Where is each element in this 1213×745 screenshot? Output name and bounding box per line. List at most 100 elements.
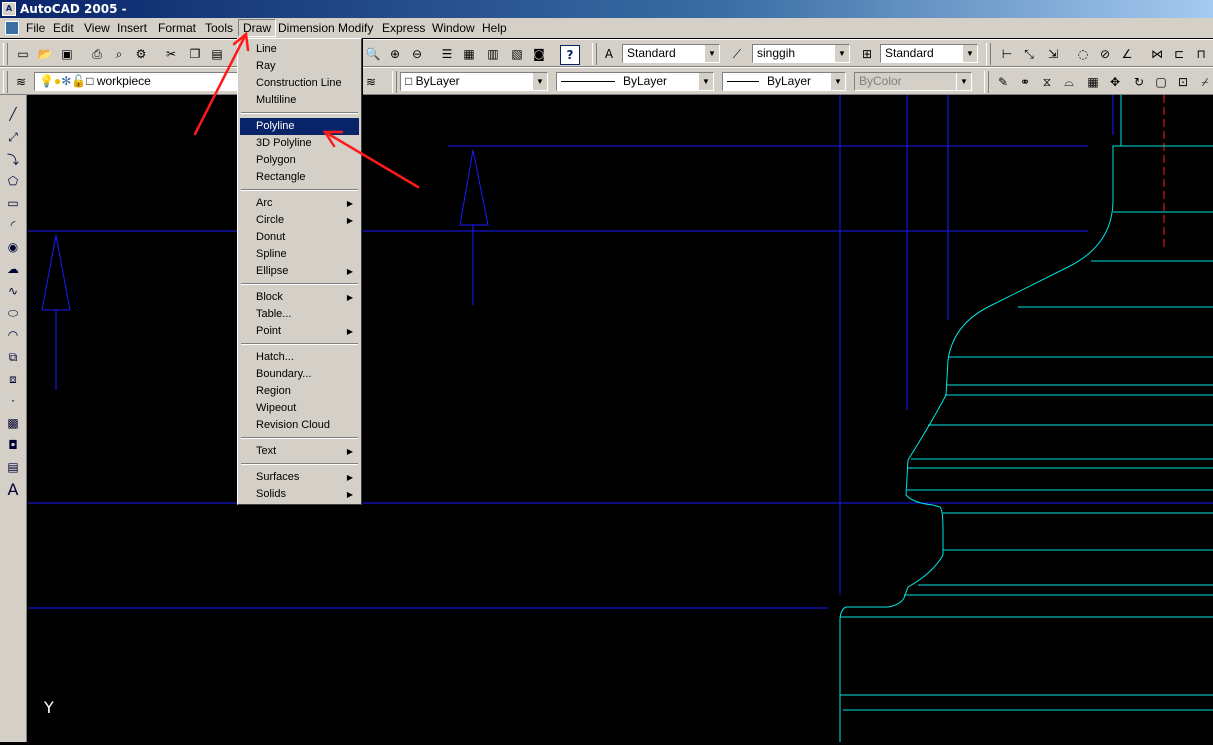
circle-icon[interactable]: ◉ [4, 238, 22, 256]
draw-menu-wipeout[interactable]: Wipeout [240, 400, 359, 417]
draw-menu-ray[interactable]: Ray [240, 58, 359, 75]
dimension-style-select[interactable]: singgih ▼ [752, 44, 850, 63]
aligned-dimension-icon[interactable]: ⤡ [1020, 45, 1038, 63]
table-icon[interactable]: ▤ [4, 458, 22, 476]
publish-icon[interactable]: ⚙ [132, 45, 150, 63]
offset-icon[interactable]: ⌓ [1060, 73, 1078, 91]
polygon-icon[interactable]: ⬠ [4, 172, 22, 190]
linear-dimension-icon[interactable]: ⊢ [998, 45, 1016, 63]
lineweight-select[interactable]: ByLayer ▼ [722, 72, 846, 91]
draw-menu-solids[interactable]: Solids ▶ [240, 486, 359, 503]
layer-select[interactable]: 💡●✻🔓□ workpiece [34, 72, 238, 91]
table-style-icon[interactable]: ⊞ [858, 45, 876, 63]
menu-window[interactable]: Window [428, 20, 479, 36]
toolbar-grip[interactable] [392, 71, 397, 93]
design-center-icon[interactable]: ▦ [460, 45, 478, 63]
sheet-set-icon[interactable]: ▧ [508, 45, 526, 63]
make-block-icon[interactable]: ⧈ [4, 370, 22, 388]
construction-line-icon[interactable]: ⤢ [4, 128, 22, 146]
paste-icon[interactable]: ▤ [208, 45, 226, 63]
menu-insert[interactable]: Insert [113, 20, 151, 36]
line-icon[interactable]: ╱ [4, 105, 22, 123]
draw-menu-polyline[interactable]: Polyline [240, 118, 359, 135]
spline-icon[interactable]: ∿ [4, 282, 22, 300]
menu-modify[interactable]: Modify [334, 20, 377, 36]
insert-block-icon[interactable]: ⧉ [4, 348, 22, 366]
tool-palettes-icon[interactable]: ▥ [484, 45, 502, 63]
menu-file[interactable]: File [22, 20, 49, 36]
table-style-select[interactable]: Standard ▼ [880, 44, 978, 63]
menu-express[interactable]: Express [378, 20, 429, 36]
zoom-previous-icon[interactable]: ⊖ [408, 45, 426, 63]
save-icon[interactable]: ▣ [58, 45, 76, 63]
dimension-style-icon[interactable]: ⟋ [728, 45, 746, 63]
menu-tools[interactable]: Tools [201, 20, 237, 36]
hatch-icon[interactable]: ▩ [4, 414, 22, 432]
properties-icon[interactable]: ☰ [438, 45, 456, 63]
draw-menu-circle[interactable]: Circle ▶ [240, 212, 359, 229]
scale-icon[interactable]: ▢ [1152, 73, 1170, 91]
chevron-down-icon[interactable]: ▼ [704, 45, 719, 62]
trim-icon[interactable]: ⌿ [1196, 73, 1213, 91]
draw-menu-ellipse[interactable]: Ellipse ▶ [240, 263, 359, 280]
chevron-down-icon[interactable]: ▼ [698, 73, 713, 90]
arc-icon[interactable]: ◜ [4, 216, 22, 234]
plot-preview-icon[interactable]: ⌕ [110, 45, 128, 63]
draw-menu-block[interactable]: Block ▶ [240, 289, 359, 306]
draw-menu-spline[interactable]: Spline [240, 246, 359, 263]
zoom-realtime-icon[interactable]: 🔍 [364, 45, 382, 63]
draw-menu-hatch[interactable]: Hatch... [240, 349, 359, 366]
cut-icon[interactable]: ✂ [162, 45, 180, 63]
ordinate-dimension-icon[interactable]: ⇲ [1044, 45, 1062, 63]
draw-menu-text[interactable]: Text ▶ [240, 443, 359, 460]
text-style-icon[interactable]: A [600, 45, 618, 63]
menu-help[interactable]: Help [478, 20, 511, 36]
chevron-down-icon[interactable]: ▼ [834, 45, 849, 62]
continue-dimension-icon[interactable]: ⊓ [1192, 45, 1210, 63]
chevron-down-icon[interactable]: ▼ [962, 45, 977, 62]
draw-menu-line[interactable]: Line [240, 41, 359, 58]
rectangle-icon[interactable]: ▭ [4, 194, 22, 212]
copy-object-icon[interactable]: ⚭ [1016, 73, 1034, 91]
angular-dimension-icon[interactable]: ∠ [1118, 45, 1136, 63]
radius-dimension-icon[interactable]: ◌ [1074, 45, 1092, 63]
color-select[interactable]: □ ByLayer ▼ [400, 72, 548, 91]
draw-menu-surfaces[interactable]: Surfaces ▶ [240, 469, 359, 486]
region-icon[interactable]: ◘ [4, 436, 22, 454]
copy-icon[interactable]: ❐ [186, 45, 204, 63]
menu-edit[interactable]: Edit [49, 20, 78, 36]
ellipse-icon[interactable]: ⬭ [4, 304, 22, 322]
array-icon[interactable]: ▦ [1084, 73, 1102, 91]
draw-menu-revision-cloud[interactable]: Revision Cloud [240, 417, 359, 434]
draw-menu-rectangle[interactable]: Rectangle [240, 169, 359, 186]
rotate-icon[interactable]: ↻ [1130, 73, 1148, 91]
plot-icon[interactable]: ⎙ [88, 45, 106, 63]
draw-menu-multiline[interactable]: Multiline [240, 92, 359, 109]
linetype-select[interactable]: ByLayer ▼ [556, 72, 714, 91]
drawing-canvas[interactable] [28, 95, 1213, 742]
ellipse-arc-icon[interactable]: ◠ [4, 326, 22, 344]
markup-icon[interactable]: ◙ [530, 45, 548, 63]
stretch-icon[interactable]: ⊡ [1174, 73, 1192, 91]
draw-menu-polygon[interactable]: Polygon [240, 152, 359, 169]
acad-icon[interactable]: A [2, 2, 16, 16]
move-icon[interactable]: ✥ [1106, 73, 1124, 91]
zoom-window-icon[interactable]: ⊕ [386, 45, 404, 63]
draw-menu-donut[interactable]: Donut [240, 229, 359, 246]
menu-dimension[interactable]: Dimension [274, 20, 339, 36]
menu-view[interactable]: View [80, 20, 114, 36]
mirror-icon[interactable]: ⧖ [1038, 73, 1056, 91]
multiline-text-icon[interactable]: A [4, 480, 22, 499]
toolbar-grip[interactable] [984, 71, 989, 93]
toolbar-grip[interactable] [592, 43, 597, 65]
help-icon[interactable]: ? [560, 45, 580, 65]
quick-dimension-icon[interactable]: ⋈ [1148, 45, 1166, 63]
draw-menu-arc[interactable]: Arc ▶ [240, 195, 359, 212]
revision-cloud-icon[interactable]: ☁ [4, 260, 22, 278]
menu-draw[interactable]: Draw [238, 19, 277, 37]
toolbar-grip[interactable] [986, 43, 991, 65]
new-icon[interactable]: ▭ [14, 45, 32, 63]
menu-format[interactable]: Format [154, 20, 200, 36]
text-style-select[interactable]: Standard ▼ [622, 44, 720, 63]
chevron-down-icon[interactable]: ▼ [830, 73, 845, 90]
